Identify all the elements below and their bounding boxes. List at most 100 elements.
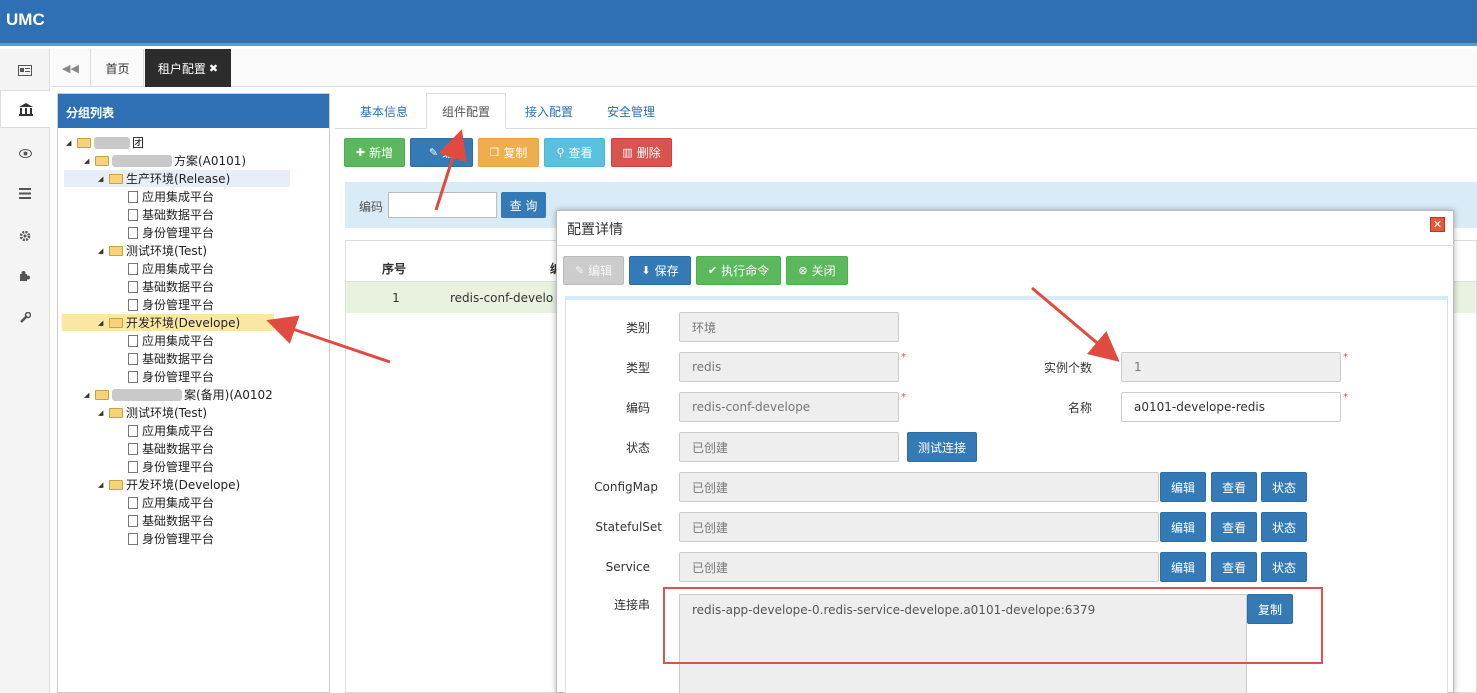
tree-node-test[interactable]: ◢ 测试环境(Test) <box>98 242 207 259</box>
add-button[interactable]: ✚ 新增 <box>344 138 405 167</box>
tab-home[interactable]: 首页 <box>92 49 144 87</box>
file-icon <box>128 298 138 311</box>
tree-leaf[interactable]: 应用集成平台 <box>128 422 214 439</box>
tree-leaf[interactable]: 基础数据平台 <box>128 206 214 223</box>
annotation-box <box>663 587 1323 664</box>
list-icon[interactable] <box>0 174 50 212</box>
gear-icon[interactable] <box>0 217 50 255</box>
tree-node-plan1[interactable]: ◢ 方案(A0101) <box>84 152 246 169</box>
service-view-button[interactable]: 查看 <box>1211 552 1257 582</box>
service-field[interactable]: 已创建 <box>679 552 1159 582</box>
statefulset-edit-button[interactable]: 编辑 <box>1160 512 1206 542</box>
search-button[interactable]: 查 询 <box>501 192 546 218</box>
folder-icon <box>95 155 109 166</box>
configmap-label: ConfigMap <box>594 480 658 494</box>
tab-back-button[interactable]: ◀◀ <box>51 49 91 87</box>
folder-icon <box>109 173 123 184</box>
tab-access-config[interactable]: 接入配置 <box>510 93 588 129</box>
configmap-status-button[interactable]: 状态 <box>1261 472 1307 502</box>
tab-security[interactable]: 安全管理 <box>592 93 670 129</box>
tree-node-develope[interactable]: ◢ 开发环境(Develope) <box>62 314 274 331</box>
connection-label: 连接串 <box>613 597 650 612</box>
name-field[interactable]: a0101-develope-redis <box>1121 392 1341 422</box>
file-icon <box>128 370 138 383</box>
close-icon[interactable]: ✖ <box>209 62 218 75</box>
copy-button[interactable]: ❐ 复制 <box>478 138 539 167</box>
expand-icon[interactable]: ◢ <box>84 157 92 165</box>
redacted-text <box>112 388 182 401</box>
status-field[interactable]: 已创建 <box>679 432 899 462</box>
expand-icon[interactable]: ◢ <box>98 319 106 327</box>
close-icon[interactable]: ✕ <box>1430 217 1445 232</box>
tree-leaf[interactable]: 身份管理平台 <box>128 368 214 385</box>
dialog-close-button[interactable]: ⊗ 关闭 <box>786 256 848 285</box>
tab-basic-info[interactable]: 基本信息 <box>345 93 423 129</box>
tree-leaf[interactable]: 应用集成平台 <box>128 494 214 511</box>
wrench-icon[interactable] <box>0 299 50 337</box>
expand-icon[interactable]: ◢ <box>66 139 74 147</box>
dialog-save-button[interactable]: ⬇ 保存 <box>629 256 691 285</box>
tree-leaf[interactable]: 基础数据平台 <box>128 278 214 295</box>
tab-strip: ◀◀ 首页 租户配置 ✖ <box>51 49 1477 87</box>
tree-leaf[interactable]: 基础数据平台 <box>128 350 214 367</box>
id-card-icon[interactable] <box>0 51 50 89</box>
tree-leaf[interactable]: 身份管理平台 <box>128 224 214 241</box>
delete-button[interactable]: ▥ 删除 <box>611 138 672 167</box>
edit-icon: ✎ <box>428 146 439 159</box>
tree-node-release[interactable]: ◢ 生产环境(Release) <box>64 170 290 187</box>
table-cell-code: redis-conf-develo <box>450 291 554 305</box>
bank-icon[interactable] <box>0 90 50 128</box>
tree-leaf[interactable]: 身份管理平台 <box>128 530 214 547</box>
configmap-edit-button[interactable]: 编辑 <box>1160 472 1206 502</box>
tree-leaf[interactable]: 基础数据平台 <box>128 512 214 529</box>
check-circle-icon: ✔ <box>707 264 718 277</box>
expand-icon[interactable]: ◢ <box>98 409 106 417</box>
group-panel: 分组列表 ◢ 团 ◢ 方案(A0101) ◢ 生产环境(Release) 应用集成平台… <box>57 93 330 693</box>
file-icon <box>128 496 138 509</box>
configmap-view-button[interactable]: 查看 <box>1211 472 1257 502</box>
status-label: 状态 <box>625 440 650 455</box>
type-label: 类型 <box>625 360 650 375</box>
tree-leaf[interactable]: 身份管理平台 <box>128 296 214 313</box>
service-edit-button[interactable]: 编辑 <box>1160 552 1206 582</box>
configmap-field[interactable]: 已创建 <box>679 472 1159 502</box>
search-input[interactable] <box>388 192 497 218</box>
statefulset-view-button[interactable]: 查看 <box>1211 512 1257 542</box>
dialog-edit-button[interactable]: ✎ 编辑 <box>563 256 624 285</box>
tree-leaf[interactable]: 基础数据平台 <box>128 440 214 457</box>
expand-icon[interactable]: ◢ <box>84 391 92 399</box>
tree-node-plan2[interactable]: ◢ 案(备用)(A0102 <box>84 386 273 403</box>
statefulset-field[interactable]: 已创建 <box>679 512 1159 542</box>
dialog-exec-button[interactable]: ✔ 执行命令 <box>696 256 781 285</box>
type-field[interactable]: redis <box>679 352 899 382</box>
edit-icon: ✎ <box>574 264 585 277</box>
tree-node-root[interactable]: ◢ 团 <box>66 134 144 151</box>
eye-icon[interactable] <box>0 134 50 172</box>
statefulset-status-button[interactable]: 状态 <box>1261 512 1307 542</box>
service-status-button[interactable]: 状态 <box>1261 552 1307 582</box>
search-icon: ⚲ <box>556 146 565 159</box>
redacted-text <box>112 154 172 167</box>
instances-field[interactable]: 1 <box>1121 352 1341 382</box>
tree-leaf[interactable]: 应用集成平台 <box>128 188 214 205</box>
category-field[interactable]: 环境 <box>679 312 899 342</box>
expand-icon[interactable]: ◢ <box>98 175 106 183</box>
table-cell-index: 1 <box>392 291 400 305</box>
test-connection-button[interactable]: 测试连接 <box>907 432 977 462</box>
tree-node-develope2[interactable]: ◢ 开发环境(Develope) <box>98 476 240 493</box>
download-icon: ⬇ <box>641 264 651 277</box>
folder-icon <box>95 389 109 400</box>
tree-leaf[interactable]: 身份管理平台 <box>128 458 214 475</box>
view-button[interactable]: ⚲ 查看 <box>544 138 605 167</box>
required-mark: * <box>1343 392 1348 403</box>
tree-leaf[interactable]: 应用集成平台 <box>128 260 214 277</box>
puzzle-icon[interactable] <box>0 257 50 295</box>
edit-button[interactable]: ✎ 编 <box>410 138 473 167</box>
tree-node-test2[interactable]: ◢ 测试环境(Test) <box>98 404 207 421</box>
expand-icon[interactable]: ◢ <box>98 481 106 489</box>
tab-tenant-config[interactable]: 租户配置 ✖ <box>145 49 231 87</box>
expand-icon[interactable]: ◢ <box>98 247 106 255</box>
tree-leaf[interactable]: 应用集成平台 <box>128 332 214 349</box>
tab-component-config[interactable]: 组件配置 <box>426 93 506 129</box>
code-field[interactable]: redis-conf-develope <box>679 392 899 422</box>
